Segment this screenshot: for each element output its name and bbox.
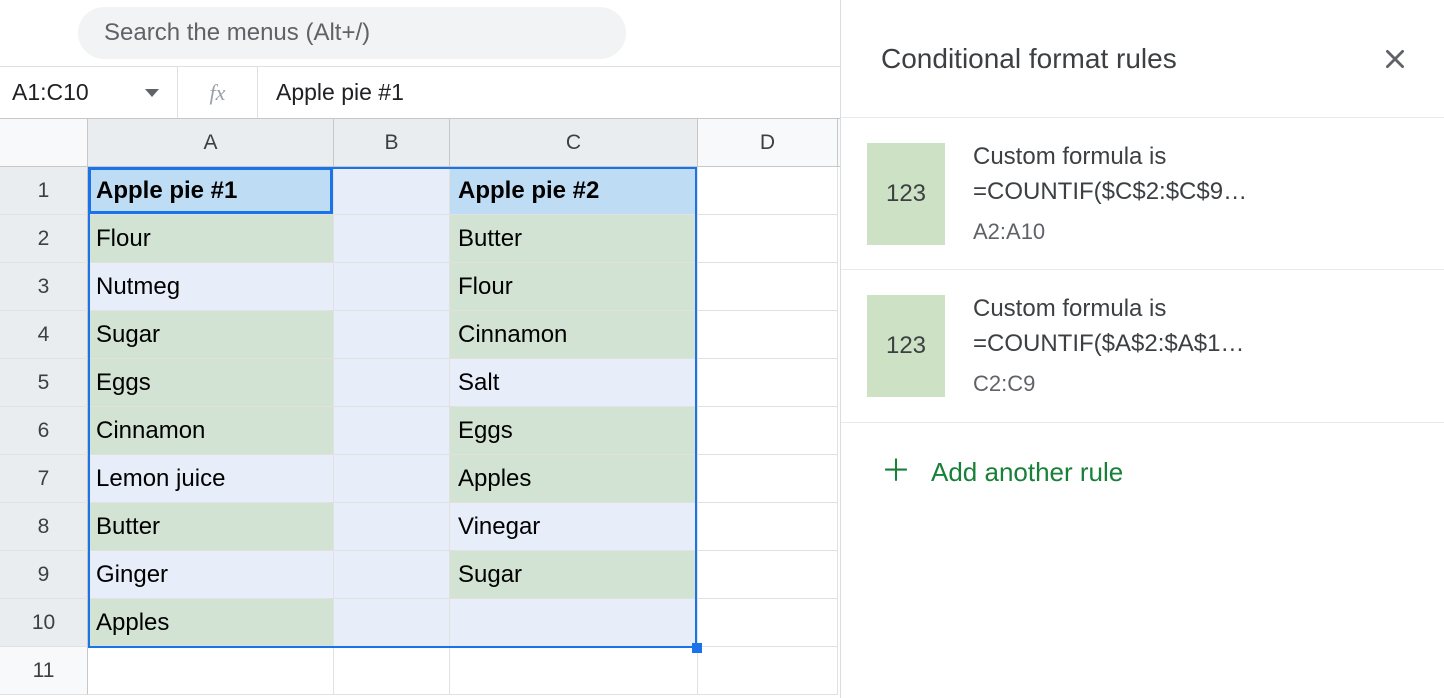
plus-icon: ＋	[881, 457, 911, 487]
table-row: 6Cinnamon Eggs	[0, 407, 840, 455]
table-row: 2Flour Butter	[0, 215, 840, 263]
cell[interactable]	[334, 407, 450, 455]
column-header-B[interactable]: B	[334, 119, 450, 166]
cell[interactable]	[334, 215, 450, 263]
cell[interactable]: Apples	[450, 455, 698, 503]
rule-description: Custom formula is=COUNTIF($C$2:$C$9…A2:A…	[973, 140, 1247, 247]
format-rule[interactable]: 123 Custom formula is=COUNTIF($A$2:$A$1…C…	[841, 270, 1444, 422]
cell[interactable]: Eggs	[450, 407, 698, 455]
table-row: 7Lemon juice Apples	[0, 455, 840, 503]
format-rule[interactable]: 123 Custom formula is=COUNTIF($C$2:$C$9…A…	[841, 118, 1444, 270]
menu-search-input[interactable]: Search the menus (Alt+/)	[78, 7, 626, 59]
table-row: 8Butter Vinegar	[0, 503, 840, 551]
cell[interactable]: Apples	[88, 599, 334, 647]
cell[interactable]: Sugar	[88, 311, 334, 359]
panel-header: Conditional format rules	[841, 0, 1444, 118]
rule-preview-swatch: 123	[867, 295, 945, 397]
column-headers: A B C D	[0, 119, 840, 167]
row-header[interactable]: 9	[0, 551, 88, 599]
cell[interactable]	[698, 311, 838, 359]
row-header[interactable]: 8	[0, 503, 88, 551]
cell[interactable]	[698, 215, 838, 263]
table-row: 3Nutmeg Flour	[0, 263, 840, 311]
cell[interactable]	[334, 599, 450, 647]
add-rule-button[interactable]: ＋ Add another rule	[841, 423, 1444, 522]
search-placeholder: Search the menus (Alt+/)	[104, 19, 370, 47]
name-box[interactable]: A1:C10	[0, 67, 178, 118]
cell[interactable]: Ginger	[88, 551, 334, 599]
row-header[interactable]: 10	[0, 599, 88, 647]
cell[interactable]	[698, 455, 838, 503]
select-all-corner[interactable]	[0, 119, 88, 166]
cell[interactable]: Butter	[88, 503, 334, 551]
row-header[interactable]: 6	[0, 407, 88, 455]
cell[interactable]	[334, 263, 450, 311]
cell[interactable]: Cinnamon	[450, 311, 698, 359]
cell[interactable]	[698, 647, 838, 695]
cell[interactable]: Eggs	[88, 359, 334, 407]
row-header[interactable]: 5	[0, 359, 88, 407]
table-row: 1Apple pie #1 Apple pie #2	[0, 167, 840, 215]
row-header[interactable]: 7	[0, 455, 88, 503]
panel-title: Conditional format rules	[881, 43, 1177, 75]
table-row: 9Ginger Sugar	[0, 551, 840, 599]
row-header[interactable]: 1	[0, 167, 88, 215]
rule-description: Custom formula is=COUNTIF($A$2:$A$1…C2:C…	[973, 292, 1244, 399]
row-header[interactable]: 2	[0, 215, 88, 263]
cell[interactable]	[334, 551, 450, 599]
cell[interactable]	[698, 551, 838, 599]
name-box-dropdown-icon[interactable]	[145, 89, 159, 97]
cell[interactable]	[698, 359, 838, 407]
cell[interactable]	[698, 599, 838, 647]
cell[interactable]: Salt	[450, 359, 698, 407]
cell[interactable]: Lemon juice	[88, 455, 334, 503]
cell[interactable]	[88, 647, 334, 695]
cell[interactable]: Apple pie #1	[88, 167, 334, 215]
fill-handle[interactable]	[692, 643, 702, 653]
cell[interactable]	[698, 503, 838, 551]
cell[interactable]	[698, 167, 838, 215]
column-header-C[interactable]: C	[450, 119, 698, 166]
cell[interactable]	[698, 263, 838, 311]
cell[interactable]: Vinegar	[450, 503, 698, 551]
workspace: A B C D 1Apple pie #1Apple pie #22FlourB…	[0, 119, 1444, 698]
table-row: 5Eggs Salt	[0, 359, 840, 407]
row-header[interactable]: 3	[0, 263, 88, 311]
column-header-A[interactable]: A	[88, 119, 334, 166]
cell[interactable]: Flour	[450, 263, 698, 311]
cell[interactable]	[334, 647, 450, 695]
cell[interactable]: Nutmeg	[88, 263, 334, 311]
cell[interactable]	[334, 167, 450, 215]
cell[interactable]	[450, 599, 698, 647]
table-row: 11	[0, 647, 840, 695]
row-header[interactable]: 4	[0, 311, 88, 359]
cell[interactable]: Sugar	[450, 551, 698, 599]
cell[interactable]	[334, 503, 450, 551]
table-row: 4Sugar Cinnamon	[0, 311, 840, 359]
cell[interactable]	[334, 455, 450, 503]
fx-icon: fx	[178, 67, 258, 118]
cell[interactable]	[698, 407, 838, 455]
rule-preview-swatch: 123	[867, 143, 945, 245]
add-rule-label: Add another rule	[931, 457, 1123, 488]
cell[interactable]: Butter	[450, 215, 698, 263]
cell[interactable]: Flour	[88, 215, 334, 263]
row-header[interactable]: 11	[0, 647, 88, 695]
cell[interactable]	[334, 311, 450, 359]
column-header-D[interactable]: D	[698, 119, 838, 166]
cell[interactable]: Cinnamon	[88, 407, 334, 455]
cell[interactable]: Apple pie #2	[450, 167, 698, 215]
conditional-format-panel: Conditional format rules 123 Custom formu…	[840, 0, 1444, 698]
cell[interactable]	[450, 647, 698, 695]
cell[interactable]	[334, 359, 450, 407]
formula-input[interactable]: Apple pie #1	[258, 79, 404, 106]
spreadsheet-grid[interactable]: A B C D 1Apple pie #1Apple pie #22FlourB…	[0, 119, 840, 698]
close-icon[interactable]	[1382, 46, 1408, 72]
name-box-value: A1:C10	[12, 79, 89, 106]
table-row: 10Apples	[0, 599, 840, 647]
